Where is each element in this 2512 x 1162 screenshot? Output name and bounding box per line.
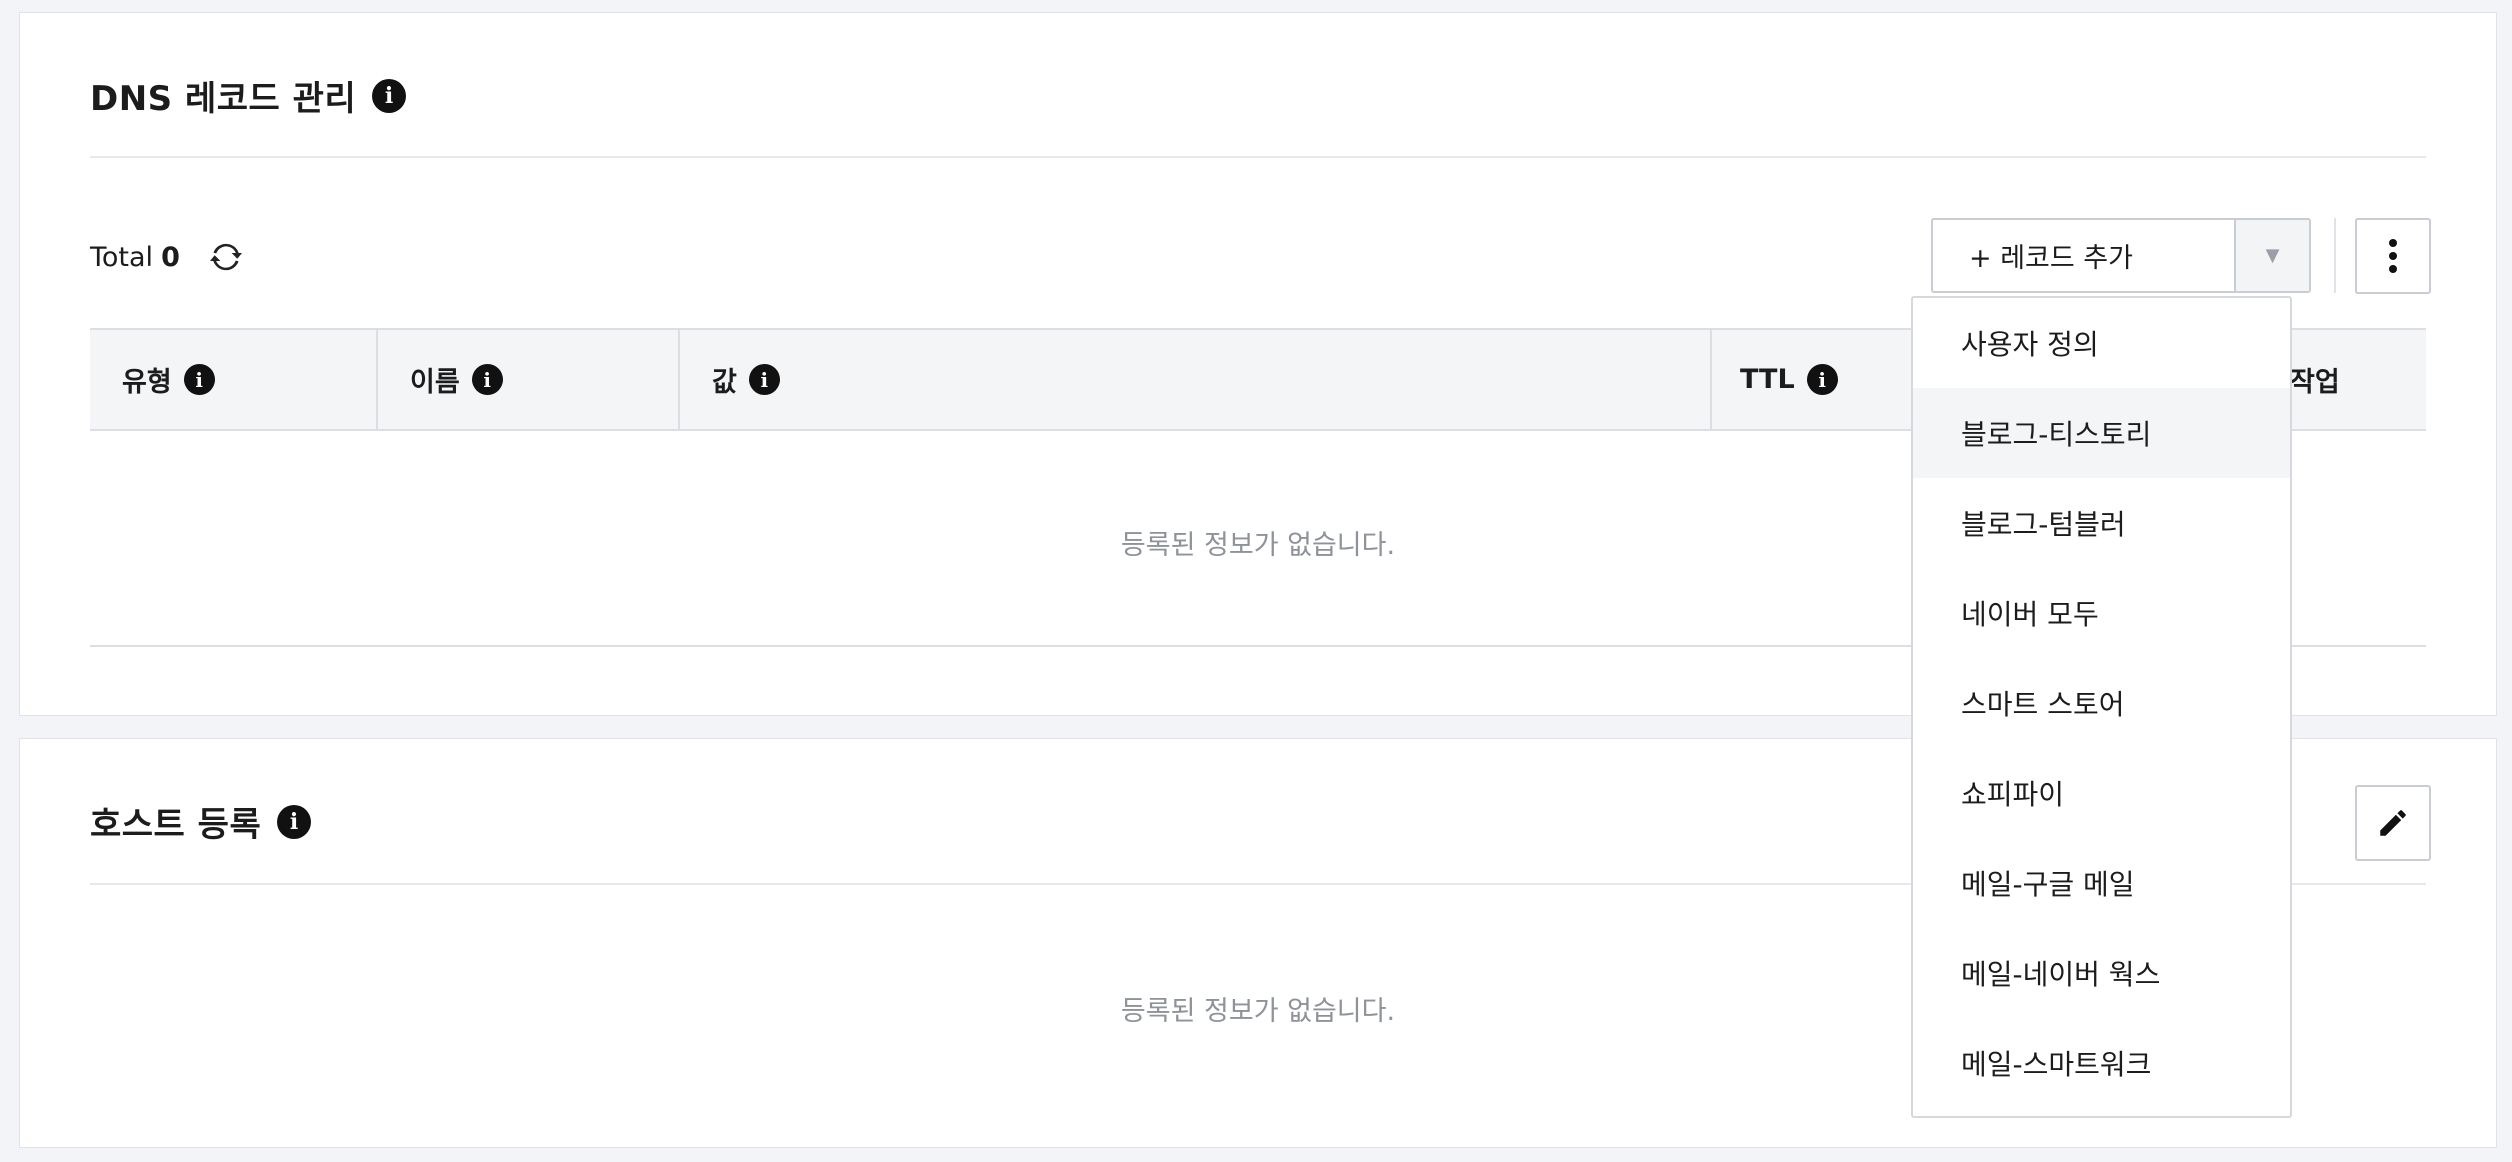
column-type-label: 유형 <box>122 367 172 398</box>
record-type-dropdown-menu: 사용자 정의 블로그-티스토리 블로그-텀블러 네이버 모두 스마트 스토어 쇼… <box>1911 296 2292 1118</box>
info-icon[interactable]: i <box>1806 364 1838 395</box>
kebab-menu-icon <box>2389 239 2397 273</box>
column-name: 이름 i <box>378 330 680 429</box>
pencil-icon <box>2380 810 2406 836</box>
refresh-icon[interactable] <box>209 241 242 273</box>
info-icon[interactable]: i <box>748 364 780 395</box>
total-value: 0 <box>161 241 180 273</box>
toolbar-separator <box>2334 218 2336 293</box>
menu-item-naver-modoo[interactable]: 네이버 모두 <box>1913 568 2290 658</box>
menu-item-custom[interactable]: 사용자 정의 <box>1913 298 2290 388</box>
column-value-label: 값 <box>712 367 737 398</box>
dns-title-text: DNS 레코드 관리 <box>90 79 357 119</box>
title-divider <box>90 156 2426 158</box>
info-icon[interactable]: i <box>372 78 407 113</box>
info-icon[interactable]: i <box>183 364 215 395</box>
add-record-button[interactable]: + 레코드 추가 <box>1933 220 2234 291</box>
info-icon[interactable]: i <box>471 364 503 395</box>
dns-section-title: DNS 레코드 관리 i <box>90 71 407 120</box>
host-title-text: 호스트 등록 <box>90 805 262 845</box>
menu-item-shopify[interactable]: 쇼피파이 <box>1913 748 2290 838</box>
add-record-split-button: + 레코드 추가 ▼ <box>1931 218 2311 293</box>
menu-item-smart-store[interactable]: 스마트 스토어 <box>1913 658 2290 748</box>
menu-item-naver-works[interactable]: 메일-네이버 웍스 <box>1913 928 2290 1018</box>
column-actions-label: 작업 <box>2290 367 2340 398</box>
menu-item-smartwork[interactable]: 메일-스마트워크 <box>1913 1018 2290 1108</box>
add-record-dropdown-toggle[interactable]: ▼ <box>2234 220 2309 291</box>
host-section-title: 호스트 등록 i <box>90 797 312 846</box>
menu-item-tistory[interactable]: 블로그-티스토리 <box>1913 388 2290 478</box>
info-icon[interactable]: i <box>277 804 312 839</box>
menu-item-google-mail[interactable]: 메일-구글 메일 <box>1913 838 2290 928</box>
total-count: Total 0 <box>90 241 242 273</box>
menu-item-tumblr[interactable]: 블로그-텀블러 <box>1913 478 2290 568</box>
column-type: 유형 i <box>90 330 378 429</box>
total-label: Total <box>90 241 154 273</box>
edit-host-button[interactable] <box>2355 785 2431 861</box>
more-options-button[interactable] <box>2355 218 2431 294</box>
column-value: 값 i <box>680 330 1712 429</box>
column-ttl-label: TTL <box>1740 364 1795 395</box>
column-actions: 작업 <box>2290 330 2340 429</box>
column-name-label: 이름 <box>410 367 460 398</box>
caret-down-icon: ▼ <box>2265 245 2280 266</box>
